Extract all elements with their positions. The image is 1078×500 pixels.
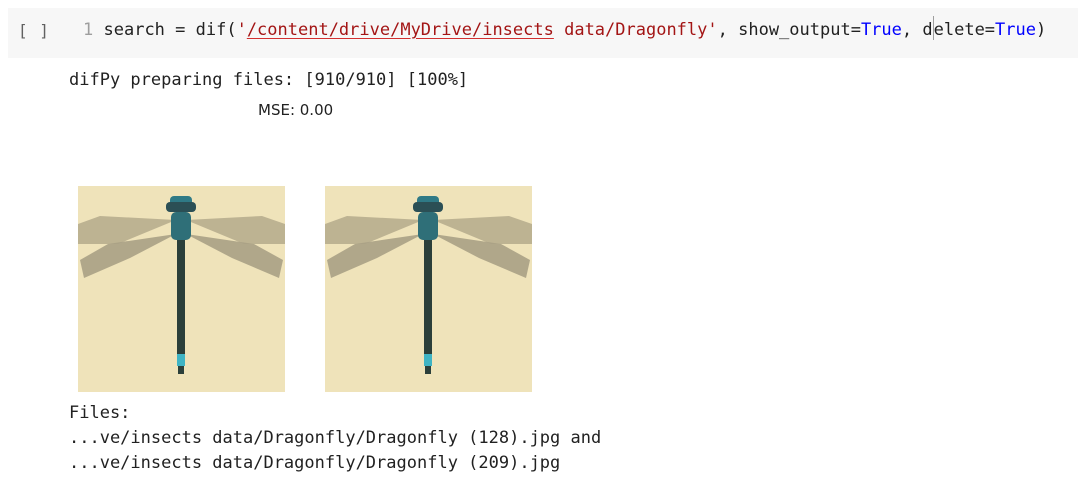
dragonfly-image-1-graphic [78, 186, 285, 392]
string-path-rest: data/Dragonfly [553, 20, 708, 40]
line-number: 1 [83, 20, 94, 40]
code-arg2-sep: , [901, 20, 923, 40]
code-suffix: ) [1036, 20, 1047, 40]
string-quote-open: ' [236, 20, 247, 40]
keyword-true-1: True [860, 20, 902, 40]
code-arg2-rest: elete= [933, 20, 996, 40]
string-path-underlined: /content/drive/MyDrive/insects [246, 20, 554, 40]
dragonfly-image-2-graphic [325, 186, 532, 392]
dragonfly-image-1 [78, 186, 285, 392]
run-cell-button[interactable]: [ ] [18, 21, 50, 40]
dragonfly-image-2 [325, 186, 532, 392]
code-line[interactable]: 1 search = dif('/content/drive/MyDrive/i… [83, 16, 1047, 40]
progress-text: difPy preparing files: [910/910] [100%] [69, 70, 469, 90]
code-arg2-d: d [922, 20, 933, 40]
string-quote-close: ' [707, 20, 718, 40]
code-cell[interactable]: [ ] 1 search = dif('/content/drive/MyDri… [8, 8, 1078, 58]
keyword-true-2: True [995, 20, 1036, 40]
code-arg1: , show_output= [717, 20, 861, 40]
code-prefix: search = dif( [103, 20, 237, 40]
mse-label: MSE: 0.00 [258, 101, 334, 119]
file-path-2: ...ve/insects data/Dragonfly/Dragonfly (… [69, 453, 561, 473]
file-path-1: ...ve/insects data/Dragonfly/Dragonfly (… [69, 428, 602, 448]
files-label: Files: [69, 403, 131, 423]
